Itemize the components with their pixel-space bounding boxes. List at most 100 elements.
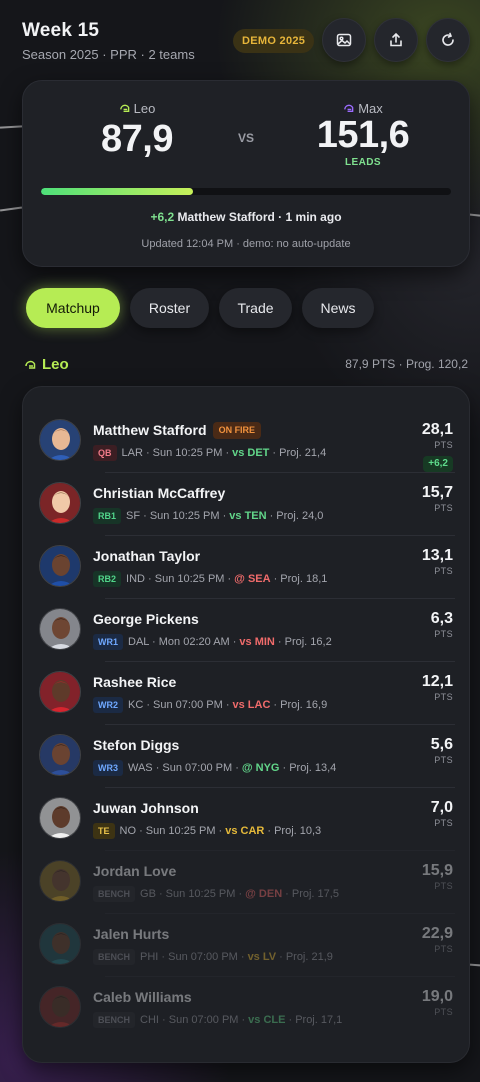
share-button[interactable] [374,18,418,62]
position-badge: BENCH [93,886,136,902]
position-badge: WR2 [93,697,123,713]
background-stroke [0,125,23,129]
points-value: 28,1 [421,421,453,438]
row-divider [105,976,455,977]
row-divider [105,787,455,788]
team-game-time: KC · Sun 07:00 PM · [128,699,230,711]
projection: · Proj. 13,4 [282,762,337,774]
score-progress-fill [41,188,193,195]
player-points: 19,0 PTS [422,988,453,1017]
player-name-text: Rashee Rice [93,674,177,690]
points-delta-badge: +6,2 [423,456,453,472]
points-label: PTS [434,503,453,513]
helmet-icon [119,104,129,112]
opponent: @ DEN [245,888,283,900]
image-icon [336,33,352,47]
row-divider [105,472,455,473]
header: Week 15 Season 2025 · PPR · 2 teams DEMO… [22,18,470,70]
player-meta: RB2 IND · Sun 10:25 PM · @ SEA · Proj. 18,1 [93,571,327,587]
tab-trade[interactable]: Trade [219,288,292,328]
tab-roster[interactable]: Roster [130,288,209,328]
background-stroke [0,206,23,212]
player-row[interactable]: Jalen Hurts BENCH PHI · Sun 07:00 PM · vs L… [37,913,455,976]
points-value: 6,3 [430,610,453,627]
team-section-summary: 87,9 PTS · Prog. 120,2 [345,357,468,371]
versus-label: VS [238,131,255,145]
demo-badge: DEMO 2025 [233,29,315,53]
player-list: Matthew Stafford ON FIRE QB LAR · Sun 10:25… [22,386,470,1063]
points-value: 12,1 [421,673,453,690]
player-photo [40,735,80,775]
avatar [39,545,81,587]
home-team-name: Leo [133,101,156,116]
player-name: Jordan Love [93,863,176,879]
player-row[interactable]: Jonathan Taylor RB2 IND · Sun 10:25 PM · @ … [37,535,455,598]
last-play: +6,2 Matthew Stafford · 1 min ago [23,210,469,224]
points-value: 13,1 [421,547,453,564]
on-fire-badge: ON FIRE [212,422,262,439]
refresh-button[interactable] [426,18,470,62]
row-divider [105,724,455,725]
opponent: vs CLE [248,1014,286,1026]
player-row[interactable]: Christian McCaffrey RB1 SF · Sun 10:25 PM … [37,472,455,535]
player-meta: WR1 DAL · Mon 02:20 AM · vs MIN · Proj. 16,… [93,634,332,650]
projection: · Proj. 17,1 [288,1014,343,1026]
team-game-time: LAR · Sun 10:25 PM · [121,447,230,459]
helmet-icon [25,360,36,369]
position-badge: WR3 [93,760,123,776]
player-photo [40,924,80,964]
player-name-text: Jordan Love [93,863,177,879]
player-name-text: Christian McCaffrey [93,485,226,501]
player-meta: BENCH GB · Sun 10:25 PM · @ DEN · Proj. 17,… [93,886,339,902]
away-team: Max 151,6 LEADS [303,101,423,168]
player-name-text: Stefon Diggs [93,737,180,753]
player-row[interactable]: Caleb Williams BENCH CHI · Sun 07:00 PM · v… [37,976,455,1039]
opponent: @ NYG [241,762,280,774]
player-name: George Pickens [93,611,199,627]
points-label: PTS [434,881,453,891]
avatar [39,482,81,524]
tab-news[interactable]: News [302,288,374,328]
player-meta: TE NO · Sun 10:25 PM · vs CAR · Proj. 10,3 [93,823,321,839]
player-row[interactable]: Juwan Johnson TE NO · Sun 10:25 PM · vs CAR… [37,787,455,850]
points-label: PTS [434,440,453,450]
leads-label: LEADS [345,157,381,168]
opponent: vs DET [232,447,270,459]
player-points: 15,9 PTS [422,862,453,891]
player-meta: BENCH CHI · Sun 07:00 PM · vs CLE · Proj. 1… [93,1012,342,1028]
player-points: 28,1 PTS +6,2 [422,421,453,472]
player-name-text: Matthew Stafford [93,422,207,438]
player-photo [40,609,80,649]
position-badge: QB [93,445,117,461]
team-game-time: CHI · Sun 07:00 PM · [140,1014,246,1026]
player-row[interactable]: George Pickens WR1 DAL · Mon 02:20 AM · vs … [37,598,455,661]
player-name: Jonathan Taylor [93,548,200,564]
projection: · Proj. 18,1 [273,573,328,585]
team-game-time: SF · Sun 10:25 PM · [126,510,227,522]
player-row[interactable]: Rashee Rice WR2 KC · Sun 07:00 PM · vs LAC ·… [37,661,455,724]
points-label: PTS [434,566,453,576]
player-photo [40,483,80,523]
position-badge: RB2 [93,571,122,587]
points-label: PTS [434,629,453,639]
points-label: PTS [434,692,453,702]
projection: · Proj. 21,4 [272,447,327,459]
player-points: 13,1 PTS [422,547,453,576]
player-row[interactable]: Stefon Diggs WR3 WAS · Sun 07:00 PM · @ NYG… [37,724,455,787]
player-name-text: Jalen Hurts [93,926,170,942]
player-row[interactable]: Jordan Love BENCH GB · Sun 10:25 PM · @ DEN… [37,850,455,913]
player-name: Caleb Williams [93,989,192,1005]
home-team-label: Leo [87,101,187,116]
background-stroke [469,963,480,967]
image-button[interactable] [322,18,366,62]
score-progress-bar [41,188,451,195]
player-name-text: George Pickens [93,611,199,627]
row-divider [105,850,455,851]
points-value: 5,6 [430,736,453,753]
tab-matchup[interactable]: Matchup [26,288,120,328]
position-badge: RB1 [93,508,122,524]
team-game-time: PHI · Sun 07:00 PM · [140,951,245,963]
player-row[interactable]: Matthew Stafford ON FIRE QB LAR · Sun 10:25… [37,409,455,472]
player-name-text: Juwan Johnson [93,800,199,816]
points-label: PTS [434,755,453,765]
